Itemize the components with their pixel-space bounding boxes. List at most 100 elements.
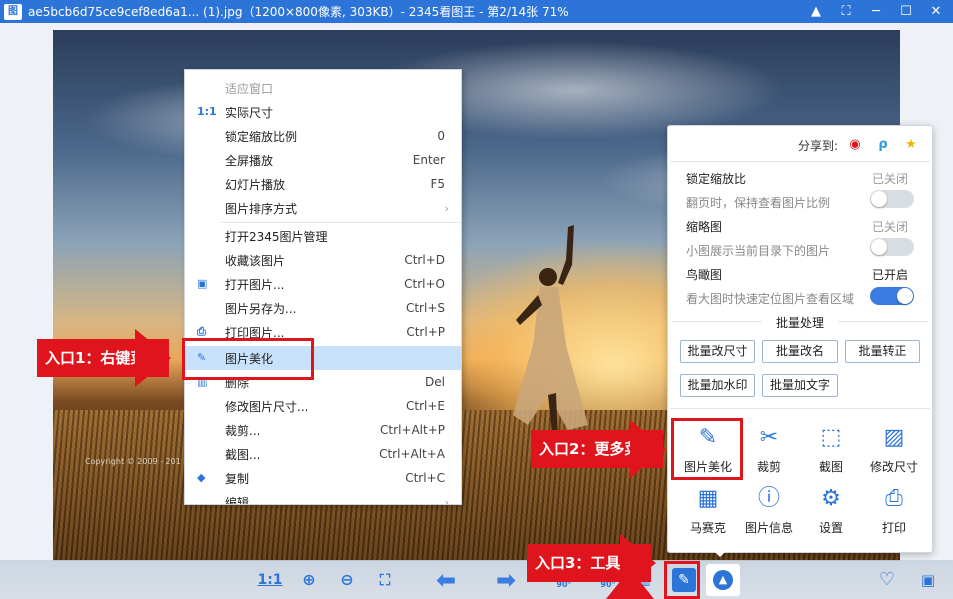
menu-item-label: 编辑	[225, 495, 250, 505]
tool-screenshot[interactable]: ⬚ 截图	[800, 423, 862, 475]
menu-item-label: 裁剪...	[225, 423, 261, 438]
menu-item-open-image[interactable]: ▣ 打开图片... Ctrl+O	[185, 272, 461, 296]
tool-mosaic[interactable]: ▦ 马赛克	[677, 484, 739, 536]
tool-print[interactable]: ⎙ 打印	[863, 484, 925, 536]
menu-item-screenshot[interactable]: 截图... Ctrl+Alt+A	[185, 442, 461, 466]
weibo-icon[interactable]: ◉	[844, 134, 866, 156]
option-birdseye-state: 已开启	[871, 268, 908, 282]
app-logo-icon: 图	[4, 3, 22, 20]
option-birdseye-title: 鸟瞰图	[686, 268, 723, 282]
folder-search-icon[interactable]: ▣	[916, 568, 940, 592]
menu-item-label: 全屏播放	[225, 153, 274, 168]
skin-icon[interactable]: ▲	[805, 2, 827, 22]
scissors-icon: ✂	[759, 425, 779, 450]
tool-label: 马赛克	[689, 521, 726, 535]
batch-rename-button[interactable]: 批量改名	[762, 340, 838, 363]
batch-text-button[interactable]: 批量加文字	[762, 374, 838, 397]
zoom-in-icon[interactable]: ⊕	[297, 568, 321, 592]
tool-crop[interactable]: ✂ 裁剪	[738, 423, 800, 475]
close-button[interactable]: ✕	[925, 2, 947, 22]
menu-item-actual-size[interactable]: 1:1 实际尺寸	[185, 100, 461, 124]
annotation-arrow-right	[630, 420, 666, 478]
panel-divider	[670, 408, 930, 409]
option-thumbnail-state: 已关闭	[871, 220, 908, 234]
menu-item-label: 图片另存为...	[225, 301, 297, 316]
highlight-box-more-menu	[671, 418, 743, 480]
menu-item-label: 截图...	[225, 447, 261, 462]
tool-label: 打印	[881, 521, 906, 535]
layers-icon: ◆	[197, 471, 206, 484]
context-menu: 适应窗口 1:1 实际尺寸 锁定缩放比例 0 全屏播放 Enter 幻灯片播放 …	[184, 69, 462, 505]
fullscreen-icon[interactable]: ⛶	[835, 2, 857, 22]
menu-item-crop[interactable]: 裁剪... Ctrl+Alt+P	[185, 418, 461, 442]
maximize-button[interactable]: ☐	[895, 2, 917, 22]
menu-item-resize[interactable]: 修改图片尺寸... Ctrl+E	[185, 394, 461, 418]
photo-dancer-silhouette	[513, 225, 588, 443]
batch-resize-button[interactable]: 批量改尺寸	[680, 340, 755, 363]
birdseye-toggle[interactable]	[870, 287, 914, 305]
menu-item-copy[interactable]: ◆ 复制 Ctrl+C	[185, 466, 461, 490]
app-window: 图 ae5bcb6d75ce9cef8ed6a1... (1).jpg（1200…	[0, 0, 953, 599]
tool-resize[interactable]: ▨ 修改尺寸	[863, 423, 925, 475]
option-thumbnail-desc: 小图展示当前目录下的图片	[686, 244, 831, 258]
actual-size-button[interactable]: 1:1	[257, 568, 283, 592]
menu-separator	[221, 222, 461, 223]
window-controls: ▲ ⛶ ─ ☐ ✕	[805, 0, 947, 23]
batch-title: 批量处理	[775, 316, 824, 330]
menu-item-favorite[interactable]: 收藏该图片 Ctrl+D	[185, 248, 461, 272]
zoom-out-icon[interactable]: ⊖	[335, 568, 359, 592]
menu-item-lock-zoom[interactable]: 锁定缩放比例 0	[185, 124, 461, 148]
tool-label: 图片信息	[744, 521, 793, 535]
tool-image-info[interactable]: ⓘ 图片信息	[738, 484, 800, 536]
chevron-up-icon: ▲	[713, 570, 733, 590]
menu-item-edit[interactable]: 编辑 ›	[185, 490, 461, 505]
tool-settings[interactable]: ⚙ 设置	[800, 484, 862, 536]
menu-item-open-manager[interactable]: 打开2345图片管理	[185, 224, 461, 248]
menu-item-fit-window[interactable]: 适应窗口	[185, 76, 461, 100]
heart-icon[interactable]: ♡	[875, 568, 899, 592]
menu-item-shortcut: Ctrl+Alt+A	[379, 447, 445, 461]
menu-item-shortcut: Del	[425, 375, 445, 389]
menu-item-sort[interactable]: 图片排序方式 ›	[185, 196, 461, 220]
option-birdseye-desc: 看大图时快速定位图片查看区域	[686, 292, 855, 306]
tool-label: 设置	[818, 521, 843, 535]
minimize-button[interactable]: ─	[865, 2, 887, 22]
qzone-star-icon[interactable]: ★	[900, 134, 922, 156]
highlight-box-toolbar	[664, 561, 700, 599]
tencent-weibo-icon[interactable]: ρ	[872, 134, 894, 156]
menu-item-shortcut: Ctrl+S	[405, 301, 445, 315]
menu-item-label: 图片排序方式	[225, 201, 298, 216]
menu-item-shortcut: Ctrl+Alt+P	[380, 423, 445, 437]
actual-size-icon: 1:1	[197, 105, 217, 118]
menu-item-label: 打开图片...	[225, 277, 285, 292]
lock-zoom-toggle[interactable]	[870, 190, 914, 208]
info-icon: ⓘ	[757, 486, 780, 511]
next-image-icon[interactable]: ➡	[488, 568, 524, 592]
menu-item-save-as[interactable]: 图片另存为... Ctrl+S	[185, 296, 461, 320]
more-menu-button[interactable]: ▲	[706, 564, 740, 596]
tool-label: 截图	[818, 460, 843, 474]
thumbnail-toggle[interactable]	[870, 238, 914, 256]
batch-watermark-button[interactable]: 批量加水印	[680, 374, 755, 397]
menu-item-shortcut: Ctrl+P	[406, 325, 445, 339]
highlight-box-context-menu	[182, 338, 314, 380]
previous-image-icon[interactable]: ⬅	[428, 568, 464, 592]
chevron-right-icon: ›	[444, 201, 449, 215]
title-bar: 图 ae5bcb6d75ce9cef8ed6a1... (1).jpg（1200…	[0, 0, 953, 23]
share-label: 分享到:	[797, 138, 838, 153]
share-bar: 分享到: ◉ ρ ★	[798, 134, 922, 156]
resize-image-icon: ▨	[883, 425, 905, 450]
batch-straighten-button[interactable]: 批量转正	[845, 340, 920, 363]
menu-item-label: 实际尺寸	[225, 105, 274, 120]
screenshot-icon: ⬚	[820, 425, 842, 450]
option-lock-zoom-title: 锁定缩放比	[686, 172, 747, 186]
menu-item-shortcut: Ctrl+D	[404, 253, 445, 267]
menu-item-fullscreen[interactable]: 全屏播放 Enter	[185, 148, 461, 172]
menu-item-label: 适应窗口	[225, 81, 274, 96]
slideshow-icon[interactable]: ⛶	[373, 568, 397, 592]
menu-item-shortcut: Ctrl+C	[405, 471, 445, 485]
menu-item-slideshow[interactable]: 幻灯片播放 F5	[185, 172, 461, 196]
menu-item-shortcut: Ctrl+O	[404, 277, 445, 291]
menu-item-label: 打开2345图片管理	[225, 229, 328, 244]
more-menu-panel: 分享到: ◉ ρ ★ 锁定缩放比 已关闭 翻页时，保持查看图片比例 缩略图 已关…	[667, 125, 933, 553]
